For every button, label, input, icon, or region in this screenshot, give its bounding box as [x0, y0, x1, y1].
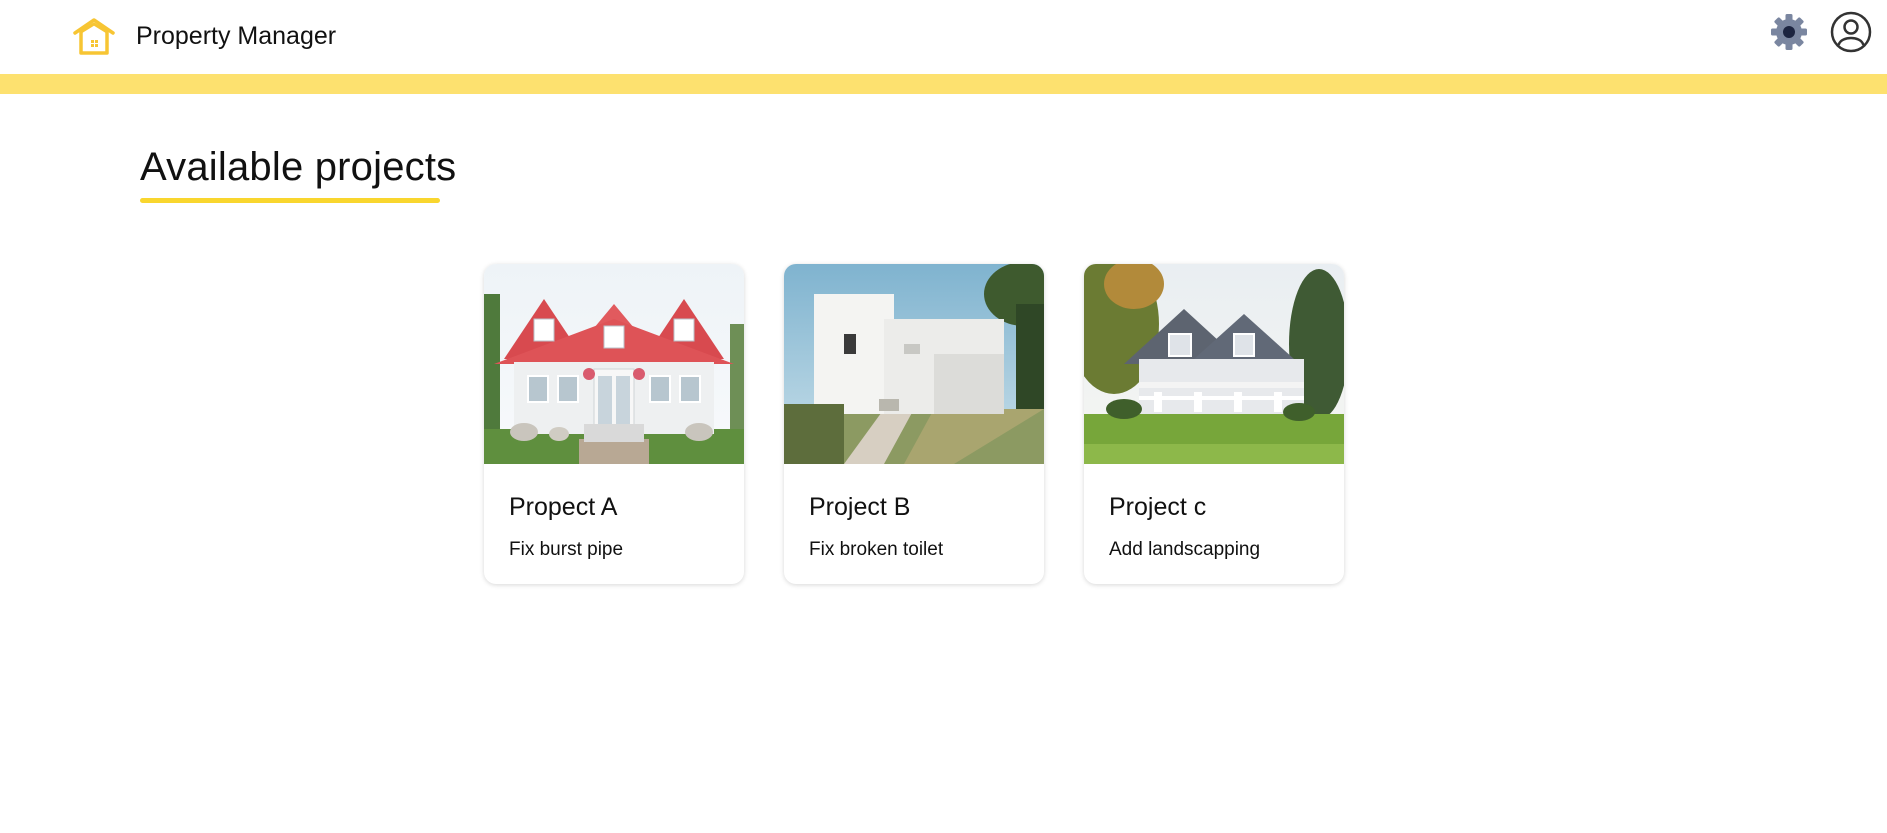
top-bar: Property Manager [0, 0, 1887, 74]
project-list: Propect A Fix burst pipe Project B Fix b… [484, 264, 1344, 584]
project-description: Add landscapping [1109, 539, 1261, 560]
gear-icon [1771, 14, 1807, 50]
project-image-porch-house [1084, 264, 1344, 464]
project-title: Propect A [509, 493, 618, 521]
project-description: Fix broken toilet [809, 539, 944, 560]
accent-strip [0, 74, 1887, 94]
project-title: Project c [1109, 493, 1207, 521]
project-image-modern-house [784, 264, 1044, 464]
page-title: Available projects [140, 145, 457, 189]
app-title: Property Manager [136, 21, 337, 50]
project-card[interactable]: Project c Add landscapping [1084, 264, 1344, 584]
settings-button[interactable] [1767, 10, 1811, 54]
page-heading: Available projects [140, 142, 456, 203]
user-circle-icon [1830, 11, 1872, 53]
title-underline [140, 198, 440, 203]
project-card[interactable]: Propect A Fix burst pipe [484, 264, 744, 584]
project-description: Fix burst pipe [509, 539, 624, 560]
card-body: Project B Fix broken toilet [784, 464, 1044, 562]
card-body: Propect A Fix burst pipe [484, 464, 744, 562]
profile-button[interactable] [1829, 10, 1873, 54]
header-actions [1767, 10, 1873, 54]
project-image-white-house [484, 264, 744, 464]
house-icon [73, 18, 115, 55]
project-title: Project B [809, 493, 911, 521]
project-card[interactable]: Project B Fix broken toilet [784, 264, 1044, 584]
brand[interactable]: Property Manager [72, 14, 336, 58]
card-body: Project c Add landscapping [1084, 464, 1344, 562]
